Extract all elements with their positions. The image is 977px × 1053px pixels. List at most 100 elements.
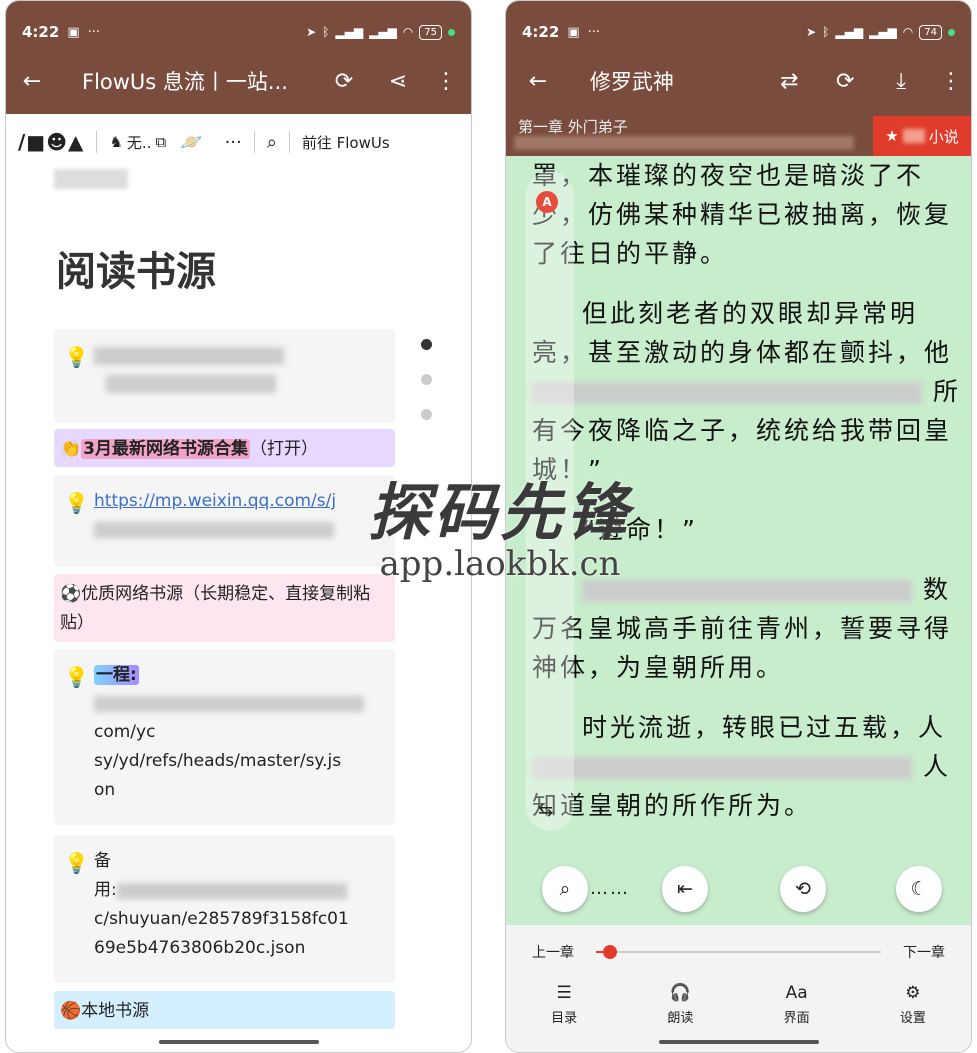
heading-local-sources: 🏀本地书源 — [54, 991, 395, 1029]
copy-icon[interactable]: ⧉ — [155, 133, 166, 151]
download-icon[interactable]: ⤓ — [881, 61, 921, 101]
add-favorite-button[interactable]: ★ 小说 — [873, 116, 971, 156]
progress-knob[interactable] — [603, 945, 618, 959]
refresh-icon[interactable]: ⟳ — [825, 61, 865, 101]
yicheng-label: 一程: — [94, 665, 139, 685]
signal-icon-2: ▂▄▆ — [369, 25, 397, 39]
blurred-link-tail — [94, 522, 334, 538]
signal-icon-2: ▂▄▆ — [869, 25, 897, 39]
nav-interface[interactable]: Aa 界面 — [739, 983, 855, 1027]
breadcrumb[interactable]: ♞ 无.. ⧉ — [109, 132, 166, 153]
refresh-icon[interactable]: ⟳ — [324, 61, 364, 101]
page-dot-3[interactable] — [421, 409, 432, 420]
quick-actions: ⌕ …… ⇤ ⟲ ☾ — [542, 866, 942, 912]
chapter-header: 第一章 外门弟子 ★ 小说 — [506, 114, 971, 156]
page-avatar-icon: ♞ — [109, 133, 123, 151]
url-line-4: on — [94, 780, 116, 800]
nav-label: 界面 — [783, 1011, 810, 1026]
url-line-3: sy/yd/refs/heads/master/sy.js — [94, 751, 342, 771]
prev-chapter-button[interactable]: 上一章 — [532, 942, 574, 962]
paragraph-2: 但此刻老者的双眼却异常明亮，甚至激动的身体都在颤抖，他 所有今夜降临之子，统统给… — [532, 294, 962, 489]
more-notifications-icon: ··· — [587, 24, 601, 40]
search-button[interactable]: ⌕ — [542, 866, 588, 912]
page-dot-2[interactable] — [421, 374, 432, 385]
side-slider[interactable]: A ⇆ — [526, 171, 574, 831]
right-phone-screen: 4:22 ▣ ··· ➤ ᛒ ▂▄▆ ▂▄▆ ◠ 74 ← 修罗武神 ⇄ ⟳ ⤓… — [505, 0, 972, 1053]
wifi-icon: ◠ — [902, 25, 914, 39]
favorite-label: 小说 — [928, 127, 959, 146]
more-dots-icon[interactable]: ··· — [225, 132, 242, 153]
nav-catalog[interactable]: ☰ 目录 — [506, 983, 622, 1027]
blurred-chapter-url — [514, 136, 854, 150]
next-chapter-button[interactable]: 下一章 — [903, 942, 945, 962]
lightbulb-icon: 💡 — [64, 345, 89, 369]
nav-read-aloud[interactable]: 🎧 朗读 — [622, 983, 738, 1027]
blurred-url-2 — [116, 882, 347, 899]
toolbar: ← FlowUs 息流丨一站... ⟳ ⋖ ⋮ — [6, 59, 471, 103]
signal-icon: ▂▄▆ — [335, 25, 364, 39]
search-dots: …… — [590, 878, 630, 899]
progress-slider[interactable] — [596, 945, 881, 959]
signal-icon: ▂▄▆ — [835, 25, 864, 39]
heading-source-collection[interactable]: 👏 3月最新网络书源合集 （打开） — [54, 429, 395, 467]
blurred-text-2 — [106, 375, 276, 393]
weixin-link[interactable]: https://mp.weixin.qq.com/s/j — [94, 487, 383, 516]
planet-icon[interactable]: 🪐 — [180, 132, 202, 153]
app-bar: 4:22 ▣ ··· ➤ ᛒ ▂▄▆ ▂▄▆ ◠ 75 ← FlowUs 息流丨… — [6, 1, 471, 114]
location-icon: ➤ — [306, 25, 317, 39]
chapter-text: 罩，本璀璨的夜空也是暗淡了不少，仿佛某种精华已被抽离，恢复了往日的平静。 但此刻… — [532, 156, 962, 846]
share-icon[interactable]: ⋖ — [378, 61, 418, 101]
status-time: 4:22 — [22, 23, 60, 41]
heading-quality-sources: ⚽优质网络书源（长期稳定、直接复制粘贴） — [54, 574, 395, 642]
flowus-logo[interactable]: /■☻▲ — [18, 130, 84, 154]
search-icon[interactable]: ⌕ — [267, 132, 277, 153]
paragraph-4: 数万名皇城高手前往青州，誓要寻得神体，为皇朝所用。 — [532, 570, 962, 687]
nav-label: 设置 — [899, 1011, 926, 1026]
callout-block-backup: 💡 备 用: c/shuyuan/e285789f3158fc01 69e5b4… — [54, 835, 395, 983]
heading-label: 3月最新网络书源合集 — [81, 439, 251, 459]
home-indicator[interactable] — [158, 1040, 319, 1044]
page-title-bar: FlowUs 息流丨一站... — [82, 70, 288, 94]
app-notification-icon: ▣ — [67, 24, 80, 40]
change-source-icon[interactable]: ⇄ — [769, 61, 809, 101]
back-arrow-icon[interactable]: ← — [518, 61, 558, 101]
backup-line-2: 用: — [94, 880, 117, 900]
battery-icon: 74 — [919, 24, 942, 40]
wifi-icon: ◠ — [402, 25, 414, 39]
divider-2 — [253, 131, 255, 153]
privacy-dot — [948, 28, 955, 36]
lightbulb-icon: 💡 — [64, 665, 89, 689]
book-title: 修罗武神 — [589, 70, 674, 94]
reader-nav: ☰ 目录 🎧 朗读 Aa 界面 ⚙ 设置 — [506, 983, 971, 1027]
back-arrow-icon[interactable]: ← — [12, 61, 52, 101]
callout-block-link: 💡 https://mp.weixin.qq.com/s/j — [54, 475, 395, 567]
exit-icon: ⇤ — [677, 878, 693, 900]
backup-line-1: 备 — [94, 851, 111, 871]
blurred-sentence — [532, 382, 922, 404]
chapter-name: 第一章 外门弟子 — [518, 118, 628, 136]
replace-icon: ⟲ — [795, 878, 811, 900]
goto-flowus-link[interactable]: 前往 FlowUs — [302, 132, 390, 153]
web-header: /■☻▲ ♞ 无.. ⧉ 🪐 ··· ⌕ 前往 FlowUs — [6, 121, 471, 163]
auto-page-icon[interactable]: A — [536, 191, 558, 213]
home-indicator[interactable] — [658, 1040, 819, 1044]
more-menu-icon[interactable]: ⋮ — [426, 61, 466, 101]
nav-settings[interactable]: ⚙ 设置 — [855, 983, 971, 1027]
search-icon: ⌕ — [559, 878, 571, 900]
swap-arrow-icon[interactable]: ⇆ — [538, 800, 553, 821]
night-mode-button[interactable]: ☾ — [896, 866, 942, 912]
blurred-sentence-3 — [532, 757, 912, 779]
more-menu-icon[interactable]: ⋮ — [931, 61, 971, 101]
paragraph-3: “遵命！” — [582, 515, 698, 544]
left-phone-screen: 4:22 ▣ ··· ➤ ᛒ ▂▄▆ ▂▄▆ ◠ 75 ← FlowUs 息流丨… — [5, 0, 472, 1053]
auto-scroll-button[interactable]: ⇤ — [662, 866, 708, 912]
page-dot-1[interactable] — [421, 339, 432, 350]
chapter-progress: 上一章 下一章 — [532, 941, 945, 963]
app-notification-icon: ▣ — [567, 24, 580, 40]
replace-rule-button[interactable]: ⟲ — [780, 866, 826, 912]
breadcrumb-label: 无.. — [126, 133, 152, 152]
reader-toolbar: ← 修罗武神 ⇄ ⟳ ⤓ ⋮ — [506, 59, 971, 103]
status-bar: 4:22 ▣ ··· ➤ ᛒ ▂▄▆ ▂▄▆ ◠ 74 — [522, 21, 955, 43]
reading-area[interactable]: 罩，本璀璨的夜空也是暗淡了不少，仿佛某种精华已被抽离，恢复了往日的平静。 但此刻… — [506, 114, 971, 1052]
blurred-badge-text — [902, 129, 925, 143]
